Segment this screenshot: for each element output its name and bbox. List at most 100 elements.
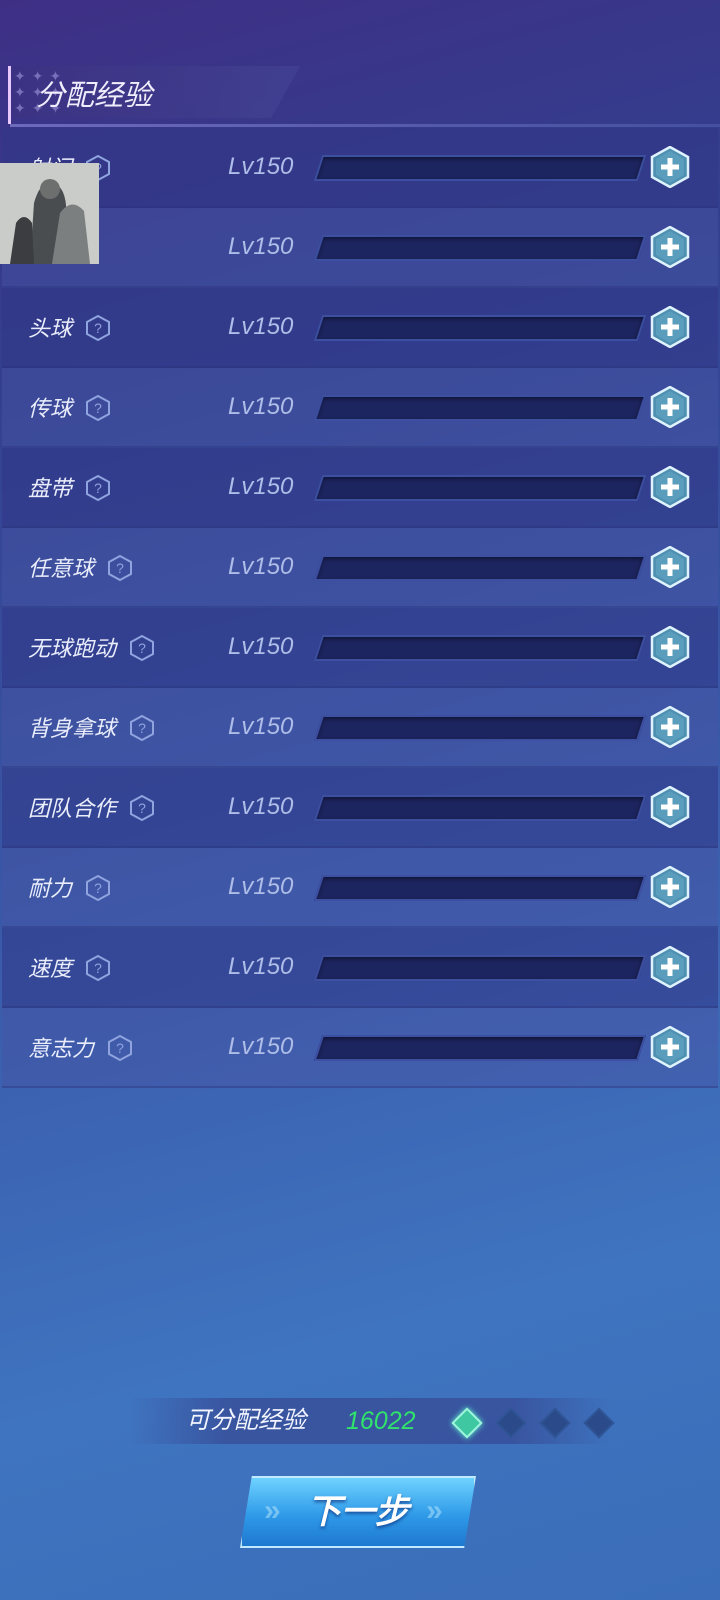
diamond-icon bbox=[583, 1407, 615, 1439]
question-hex-icon[interactable]: ? bbox=[86, 875, 111, 901]
attribute-label-group: 无球跑动? bbox=[28, 608, 155, 686]
plus-hex-icon bbox=[650, 865, 690, 912]
add-exp-button[interactable] bbox=[650, 945, 690, 989]
add-exp-button[interactable] bbox=[650, 225, 690, 269]
attribute-exp-bar-fill bbox=[316, 317, 324, 339]
attribute-row: 团队合作? Lv150 bbox=[2, 768, 718, 848]
svg-text:?: ? bbox=[116, 1040, 124, 1056]
question-hex-icon[interactable]: ? bbox=[130, 795, 155, 821]
question-hex-icon[interactable]: ? bbox=[108, 1035, 133, 1061]
attribute-label-group: 速度? bbox=[28, 928, 111, 1006]
add-exp-button[interactable] bbox=[650, 545, 690, 589]
question-hex-icon[interactable]: ? bbox=[86, 475, 111, 501]
attribute-level: Lv150 bbox=[228, 553, 294, 580]
add-exp-button[interactable] bbox=[650, 145, 690, 189]
available-exp-panel: 可分配经验 16022 bbox=[130, 1398, 615, 1444]
svg-text:?: ? bbox=[138, 640, 146, 656]
svg-text:?: ? bbox=[94, 880, 102, 896]
attribute-exp-bar bbox=[313, 875, 647, 901]
attribute-name: 任意球 bbox=[28, 556, 95, 581]
plus-hex-icon bbox=[650, 1025, 690, 1072]
plus-hex-icon bbox=[650, 785, 690, 832]
attribute-row: 头球? Lv150 bbox=[2, 288, 718, 368]
svg-text:?: ? bbox=[116, 560, 124, 576]
svg-text:?: ? bbox=[138, 800, 146, 816]
svg-text:?: ? bbox=[94, 960, 102, 976]
next-step-label: 下一步 bbox=[307, 1493, 409, 1531]
attribute-row: 耐力? Lv150 bbox=[2, 848, 718, 928]
add-exp-button[interactable] bbox=[650, 785, 690, 829]
attribute-label-group: 头球? bbox=[28, 288, 111, 366]
question-hex-icon[interactable]: ? bbox=[108, 555, 133, 581]
attribute-exp-bar-fill bbox=[316, 397, 324, 419]
available-exp-label: 可分配经验 bbox=[186, 1407, 306, 1434]
attribute-name: 头球 bbox=[28, 316, 73, 341]
add-exp-button[interactable] bbox=[650, 385, 690, 429]
attribute-label-group: 盘带? bbox=[28, 448, 111, 526]
plus-hex-icon bbox=[650, 305, 690, 352]
question-hex-icon[interactable]: ? bbox=[130, 635, 155, 661]
attribute-label-group: 意志力? bbox=[28, 1008, 133, 1086]
attribute-name: 传球 bbox=[28, 396, 73, 421]
attribute-row: 传球? Lv150 bbox=[2, 368, 718, 448]
attribute-level: Lv150 bbox=[228, 473, 294, 500]
next-step-button[interactable]: » » 下一步 bbox=[240, 1476, 476, 1548]
attribute-level: Lv150 bbox=[228, 1033, 294, 1060]
attribute-row: 意志力? Lv150 bbox=[2, 1008, 718, 1088]
attribute-exp-bar bbox=[313, 795, 647, 821]
attribute-row: 射门?Lv150 bbox=[2, 128, 718, 208]
attribute-name: 耐力 bbox=[28, 876, 73, 901]
attribute-level: Lv150 bbox=[228, 873, 294, 900]
attribute-level: Lv150 bbox=[228, 953, 294, 980]
attribute-exp-bar bbox=[313, 635, 647, 661]
attribute-exp-bar-fill bbox=[316, 717, 324, 739]
svg-text:?: ? bbox=[94, 320, 102, 336]
attribute-exp-bar-fill bbox=[316, 157, 324, 179]
attribute-level: Lv150 bbox=[228, 153, 294, 180]
attribute-label-group: 耐力? bbox=[28, 848, 111, 926]
attribute-exp-bar-fill bbox=[316, 1037, 324, 1059]
attribute-level: Lv150 bbox=[228, 793, 294, 820]
page-title: 分配经验 bbox=[36, 80, 153, 112]
attribute-name: 无球跑动 bbox=[28, 636, 117, 661]
add-exp-button[interactable] bbox=[650, 865, 690, 909]
attribute-level: Lv150 bbox=[228, 393, 294, 420]
question-hex-icon[interactable]: ? bbox=[86, 955, 111, 981]
plus-hex-icon bbox=[650, 225, 690, 272]
attribute-exp-bar-fill bbox=[316, 237, 324, 259]
attribute-name: 团队合作 bbox=[28, 796, 117, 821]
attribute-exp-bar-fill bbox=[316, 477, 324, 499]
question-hex-icon[interactable]: ? bbox=[86, 315, 111, 341]
attribute-exp-bar bbox=[313, 475, 647, 501]
plus-hex-icon bbox=[650, 385, 690, 432]
diamond-icon bbox=[451, 1407, 483, 1439]
available-exp-value: 16022 bbox=[346, 1407, 416, 1435]
plus-hex-icon bbox=[650, 465, 690, 512]
attribute-exp-bar bbox=[313, 955, 647, 981]
question-hex-icon[interactable]: ? bbox=[130, 715, 155, 741]
floating-thumbnail[interactable] bbox=[0, 163, 99, 264]
attribute-exp-bar-fill bbox=[316, 557, 324, 579]
attribute-exp-bar-fill bbox=[316, 797, 324, 819]
attribute-row: 盘带? Lv150 bbox=[2, 448, 718, 528]
add-exp-button[interactable] bbox=[650, 305, 690, 349]
attribute-row: 任意球? Lv150 bbox=[2, 528, 718, 608]
attribute-level: Lv150 bbox=[228, 713, 294, 740]
add-exp-button[interactable] bbox=[650, 705, 690, 749]
add-exp-button[interactable] bbox=[650, 1025, 690, 1069]
attribute-exp-bar bbox=[313, 555, 647, 581]
add-exp-button[interactable] bbox=[650, 465, 690, 509]
diamond-icon bbox=[495, 1407, 527, 1439]
header-accent-bar bbox=[8, 66, 11, 124]
attribute-list: 射门?Lv150?Lv150头球?Lv150传球?Lv150盘带?Lv150任意… bbox=[2, 128, 718, 1088]
attribute-exp-bar bbox=[313, 235, 647, 261]
question-hex-icon[interactable]: ? bbox=[86, 395, 111, 421]
attribute-exp-bar bbox=[313, 395, 647, 421]
plus-hex-icon bbox=[650, 945, 690, 992]
add-exp-button[interactable] bbox=[650, 625, 690, 669]
attribute-name: 盘带 bbox=[28, 476, 73, 501]
attribute-label-group: 团队合作? bbox=[28, 768, 155, 846]
attribute-label-group: 任意球? bbox=[28, 528, 133, 606]
attribute-name: 意志力 bbox=[28, 1036, 95, 1061]
plus-hex-icon bbox=[650, 145, 690, 192]
